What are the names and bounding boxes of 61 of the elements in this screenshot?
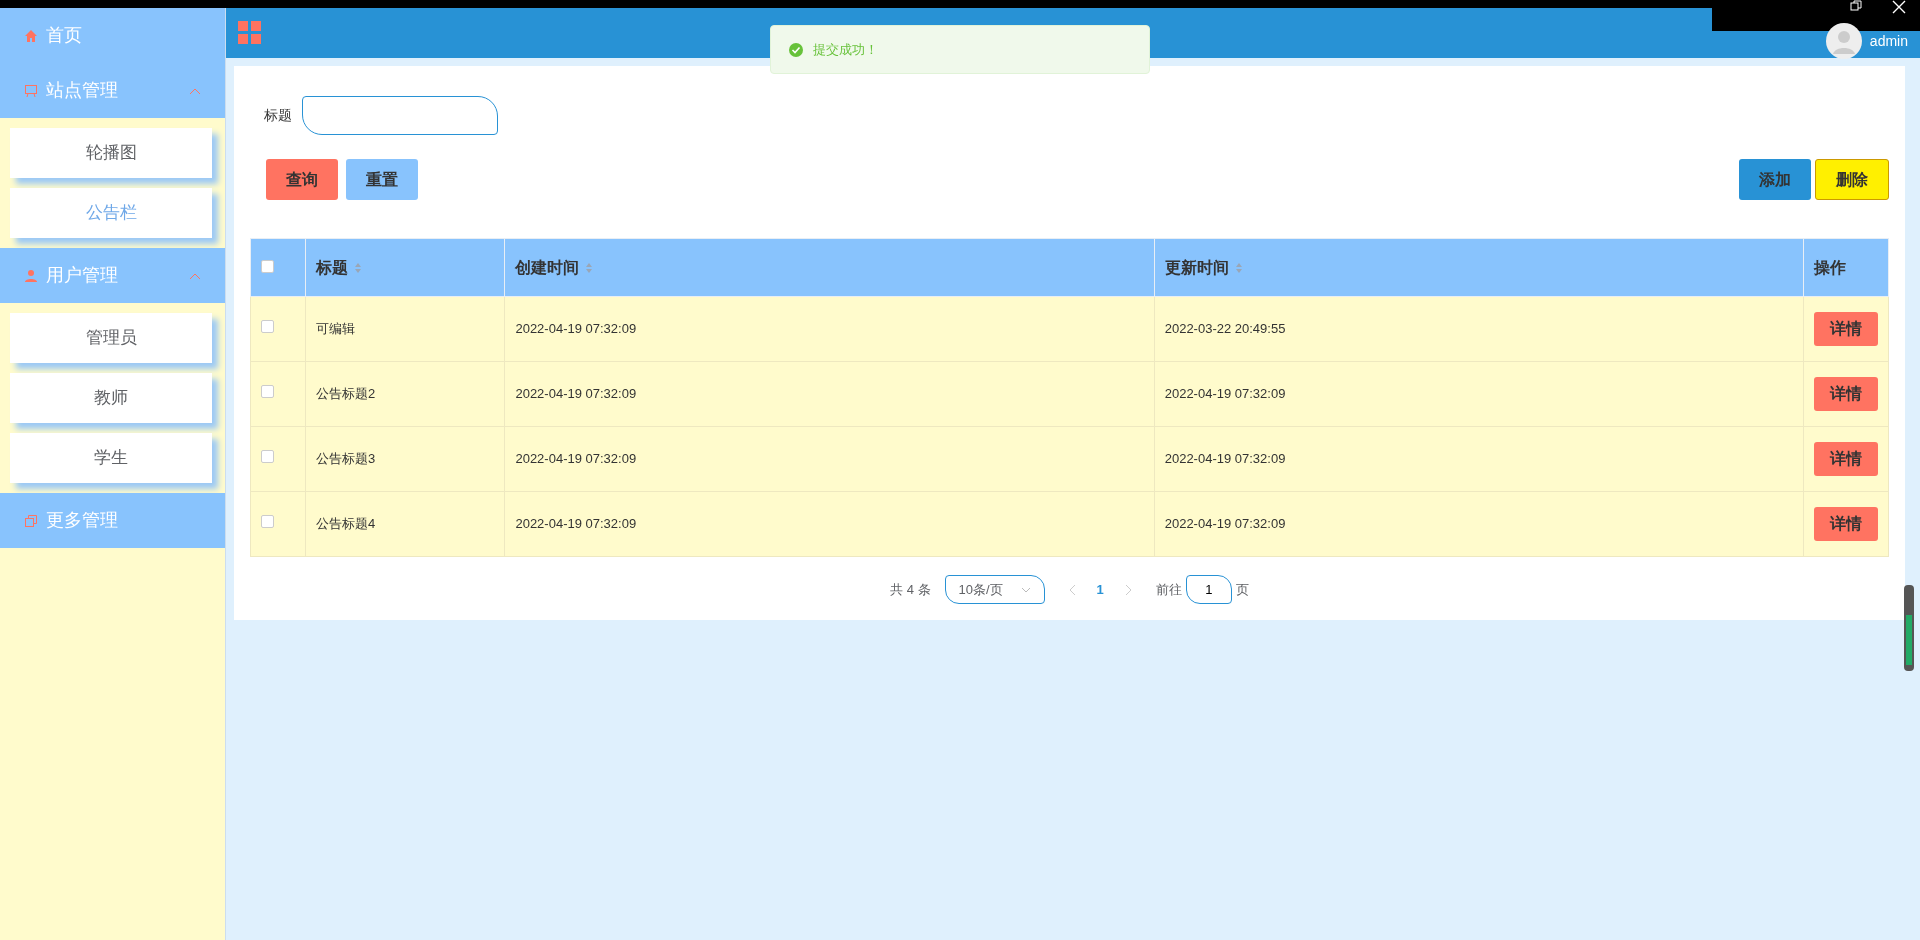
table-cell: 公告标题3 [315,451,376,467]
details-button[interactable]: 详情 [1813,377,1878,411]
sort-icon[interactable] [353,262,362,275]
select-all-checkbox[interactable] [261,259,274,273]
column-header[interactable]: 更新时间 [1164,258,1229,276]
home-icon [24,28,38,43]
page-number[interactable]: 1 [1090,578,1110,601]
table-cell: 2022-04-19 07:32:09 [515,451,637,467]
submenu-item[interactable]: 管理员 [10,313,212,363]
next-icon[interactable] [1123,583,1132,596]
column-header[interactable]: 操作 [1813,258,1846,276]
row-checkbox[interactable] [261,450,274,464]
close-icon[interactable] [1892,0,1906,14]
restore-icon[interactable] [1850,0,1862,12]
table-cell: 可编辑 [315,321,355,337]
details-button[interactable]: 详情 [1813,442,1878,476]
table-cell: 2022-04-19 07:32:09 [515,386,637,402]
add-button[interactable]: 添加 [1739,159,1811,200]
table-cell: 公告标题4 [315,516,376,532]
table-cell: 2022-04-19 07:32:09 [1164,516,1286,532]
grid-icon[interactable] [238,21,262,45]
submenu-item[interactable]: 学生 [10,433,212,483]
toast-message: 提交成功！ [813,40,878,59]
avatar-icon[interactable] [1825,23,1862,59]
delete-button[interactable]: 删除 [1815,159,1889,200]
page-input-field[interactable]: 1 [1185,575,1232,604]
table-cell: 公告标题2 [315,386,376,402]
table-cell: 2022-04-19 07:32:09 [515,516,637,532]
column-header[interactable]: 标题 [315,258,348,276]
chevron-icon [189,272,201,281]
chevron-icon [189,87,201,96]
table-cell: 2022-04-19 07:32:09 [515,321,637,337]
table-cell: 2022-04-19 07:32:09 [1164,386,1286,402]
goto-label: 前往 [1155,580,1182,599]
submenu-item[interactable]: 教师 [10,373,212,423]
row-checkbox[interactable] [261,515,274,529]
page-suffix: 页 [1235,580,1249,599]
sort-icon[interactable] [1234,262,1243,275]
submenu-item[interactable]: 公告栏 [10,188,212,238]
filter-label: 标题 [264,106,292,125]
total-count: 共 4 条 [890,580,931,599]
reset-button[interactable]: 重置 [346,159,418,200]
sort-icon[interactable] [585,262,594,275]
user-name[interactable]: admin [1869,30,1908,52]
copy-icon [24,513,38,528]
column-header[interactable]: 创建时间 [515,258,580,276]
row-checkbox[interactable] [261,385,274,399]
chevron-down-icon [1020,586,1031,593]
search-button[interactable]: 查询 [266,159,338,200]
page-size-select[interactable]: 10条/页 [944,575,1045,604]
previous-icon[interactable] [1068,583,1077,596]
details-button[interactable]: 详情 [1813,312,1878,346]
person-icon [24,268,38,283]
table-cell: 2022-03-22 20:49:55 [1164,321,1286,337]
title-input-field[interactable] [302,96,498,135]
details-button[interactable]: 详情 [1813,507,1878,541]
easel-icon [24,83,38,98]
row-checkbox[interactable] [261,320,274,334]
check-circle-icon [789,42,803,57]
table-cell: 2022-04-19 07:32:09 [1164,451,1286,467]
submenu-item[interactable]: 轮播图 [10,128,212,178]
